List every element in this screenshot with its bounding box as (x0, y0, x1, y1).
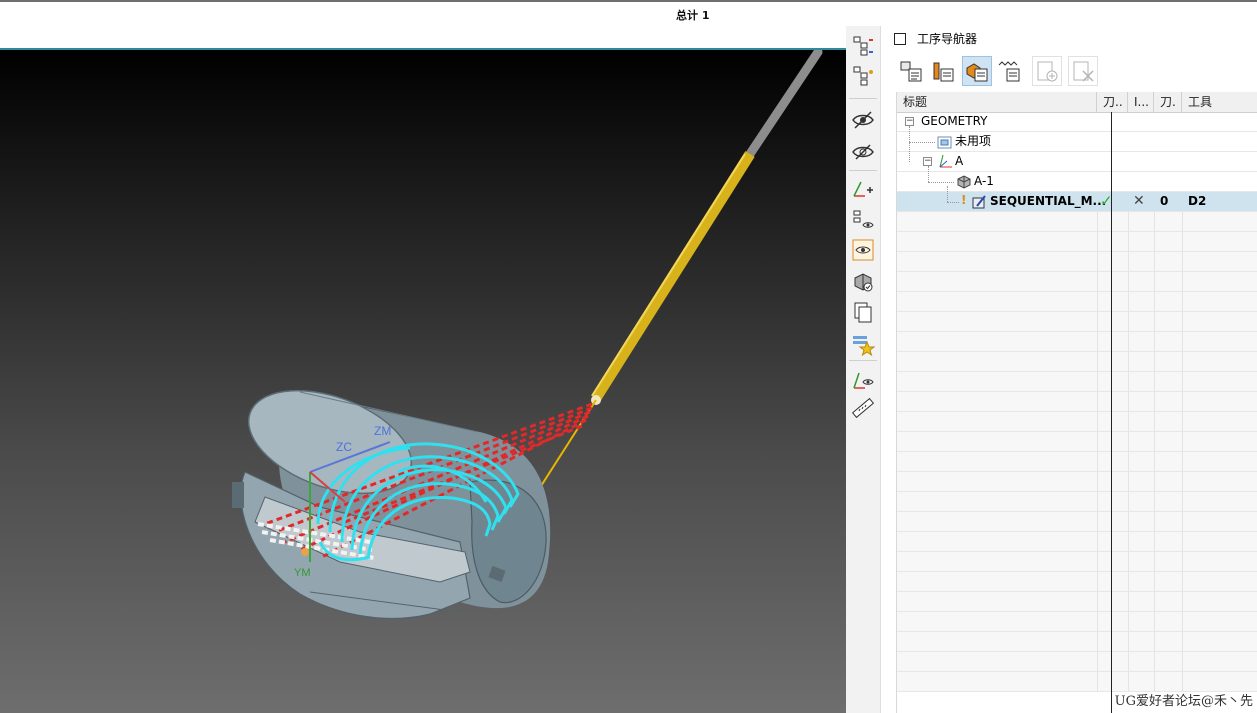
tool-number-value: 0 (1160, 194, 1169, 208)
empty-row (897, 272, 1257, 292)
ipw-status-cross-icon: ✕ (1133, 193, 1145, 209)
empty-row (897, 612, 1257, 632)
operation-tree-table: 标题 刀.. I... 刀. 工具 − GEOMETRY 未用项 − A A-1… (896, 92, 1257, 713)
row-label: 未用项 (955, 134, 992, 148)
empty-row (897, 552, 1257, 572)
tree-row-geometry[interactable]: − GEOMETRY (897, 112, 1257, 132)
empty-row (897, 412, 1257, 432)
favorite-star-icon[interactable] (849, 330, 877, 358)
empty-row (897, 452, 1257, 472)
tree-row-a1[interactable]: A-1 (897, 166, 1257, 193)
machine-tool-view-icon[interactable] (928, 56, 958, 86)
empty-row (897, 292, 1257, 312)
tree-row-a[interactable]: − A (897, 142, 1257, 173)
navigator-title: 工序导航器 (917, 32, 978, 46)
empty-row (897, 512, 1257, 532)
copy-pages-icon[interactable] (849, 298, 877, 326)
show-hide-eye-icon[interactable] (849, 138, 877, 166)
navigator-header: 工序导航器 (882, 26, 1257, 50)
empty-row (897, 212, 1257, 232)
cylinder-part (232, 389, 551, 619)
ym-axis-label: YM (294, 567, 311, 579)
display-eye-icon[interactable] (849, 236, 877, 264)
column-header-tool-number[interactable]: 刀. (1154, 92, 1182, 112)
watermark-text: UG爱好者论坛@禾丶先 (1114, 694, 1253, 709)
empty-row (897, 332, 1257, 352)
tool-holder (745, 50, 823, 159)
tree-row-unused[interactable]: 未用项 (897, 126, 1257, 152)
empty-row (897, 252, 1257, 272)
zm-axis-label: ZM (374, 424, 391, 438)
hide-eye-icon[interactable] (849, 106, 877, 134)
column-header-ipw[interactable]: I... (1128, 92, 1154, 112)
machine-navigator-tab-icon[interactable] (849, 62, 877, 90)
empty-row (897, 312, 1257, 332)
folder-icon (937, 135, 952, 152)
empty-row (897, 632, 1257, 652)
collapse-icon[interactable]: − (923, 157, 932, 166)
view-flow-icon[interactable] (849, 206, 877, 234)
empty-row (897, 232, 1257, 252)
empty-row (897, 372, 1257, 392)
navigator-toolbar (896, 56, 1257, 88)
viewport-scene: ZC ZM YM (232, 50, 823, 619)
table-header: 标题 刀.. I... 刀. 工具 (897, 92, 1257, 113)
mcs-icon (937, 153, 955, 173)
csys-view-icon[interactable] (849, 366, 877, 394)
operation-navigator-panel: 工序导航器 标题 刀.. I... 刀. 工具 − GEOMETRY 未用项 −… (882, 26, 1257, 713)
row-label: GEOMETRY (921, 114, 988, 128)
empty-row (897, 572, 1257, 592)
empty-row (897, 672, 1257, 692)
zc-axis-label: ZC (336, 440, 352, 454)
empty-row (897, 492, 1257, 512)
tool-name-value: D2 (1188, 194, 1207, 208)
empty-row (897, 532, 1257, 552)
empty-row (897, 432, 1257, 452)
verify-part-icon[interactable] (849, 268, 877, 296)
operation-navigator-tab-icon[interactable] (849, 32, 877, 60)
warning-marker-icon: ! (961, 193, 967, 207)
row-label: SEQUENTIAL_M... (990, 194, 1107, 208)
navigator-pin-checkbox[interactable] (894, 33, 906, 45)
tree-row-operation[interactable]: ! SEQUENTIAL_M... ✓ ✕ 0 D2 (897, 186, 1257, 213)
create-program-icon[interactable] (1032, 56, 1062, 86)
resource-bar (846, 26, 881, 713)
measure-ruler-icon[interactable] (849, 394, 877, 422)
empty-row (897, 392, 1257, 412)
row-label: A (955, 154, 964, 168)
empty-row (897, 652, 1257, 672)
move-csys-icon[interactable] (849, 174, 877, 202)
collapse-icon[interactable]: − (905, 117, 914, 126)
column-header-tool[interactable]: 工具 (1182, 92, 1257, 112)
row-label: A-1 (974, 174, 994, 188)
total-label: 总计 1 (676, 9, 710, 22)
geometry-view-icon[interactable] (962, 56, 992, 86)
program-order-view-icon[interactable] (896, 56, 926, 86)
column-header-path[interactable]: 刀.. (1097, 92, 1128, 112)
delete-program-icon[interactable] (1068, 56, 1098, 86)
empty-row (897, 592, 1257, 612)
machining-method-view-icon[interactable] (994, 56, 1024, 86)
workpiece-icon (956, 174, 972, 193)
empty-row (897, 472, 1257, 492)
empty-row (897, 352, 1257, 372)
graphics-viewport[interactable]: ZC ZM YM (0, 48, 846, 713)
column-header-title[interactable]: 标题 (897, 92, 1097, 112)
tool-shank (591, 151, 755, 401)
operation-icon (971, 194, 987, 213)
